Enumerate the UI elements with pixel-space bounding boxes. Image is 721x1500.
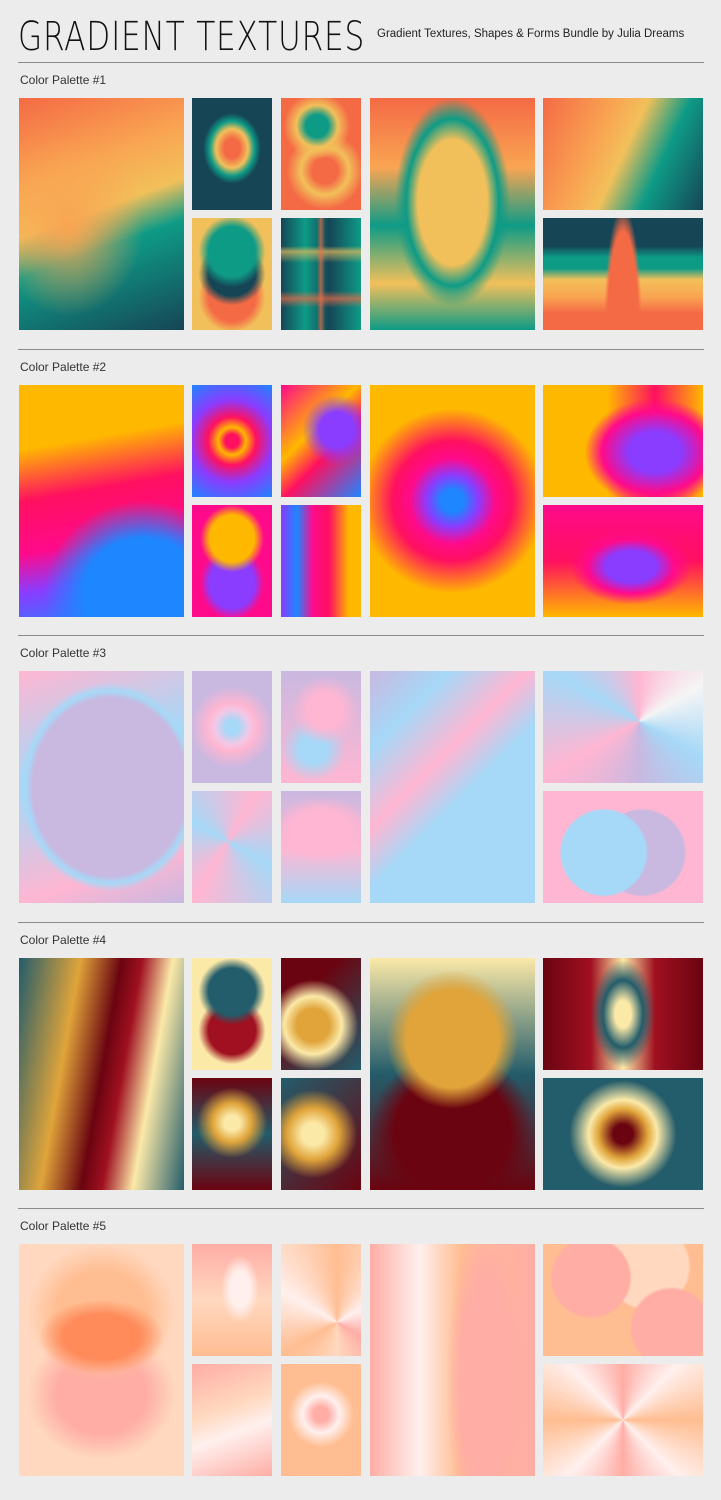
texture-tile-tall-left [19, 958, 184, 1190]
texture-tile-tall-center [370, 385, 535, 617]
texture-tile-tall-center [370, 1244, 535, 1476]
texture-tile-tall-left [19, 671, 184, 903]
texture-tile-small-b-top [281, 385, 361, 497]
texture-tile-wide-top [543, 385, 703, 497]
texture-tile-tall-left [19, 385, 184, 617]
texture-tile-wide-bottom [543, 791, 703, 903]
texture-tile-small-a-top [192, 958, 272, 1070]
section-divider [18, 349, 704, 350]
texture-tile-small-a-bottom [192, 791, 272, 903]
texture-tile-small-a-bottom [192, 218, 272, 330]
texture-tile-small-b-top [281, 98, 361, 210]
texture-tile-small-a-bottom [192, 505, 272, 617]
texture-tile-small-b-bottom [281, 1078, 361, 1190]
texture-tile-wide-bottom [543, 1078, 703, 1190]
texture-tile-wide-top [543, 958, 703, 1070]
texture-tile-tall-center [370, 671, 535, 903]
texture-tile-small-b-bottom [281, 791, 361, 903]
texture-tile-small-a-top [192, 385, 272, 497]
texture-tile-small-a-bottom [192, 1364, 272, 1476]
texture-tile-wide-top [543, 1244, 703, 1356]
texture-tile-tall-left [19, 1244, 184, 1476]
section-label: Color Palette #3 [20, 646, 107, 660]
section-divider [18, 1208, 704, 1209]
texture-tile-wide-bottom [543, 1364, 703, 1476]
texture-tile-small-a-top [192, 1244, 272, 1356]
page-title: GRADIENT TEXTURES [18, 14, 366, 60]
texture-tile-small-a-top [192, 671, 272, 783]
texture-tile-small-b-top [281, 958, 361, 1070]
texture-tile-small-b-bottom [281, 1364, 361, 1476]
section-divider [18, 635, 704, 636]
texture-tile-wide-top [543, 671, 703, 783]
texture-tile-small-b-top [281, 671, 361, 783]
texture-tile-tall-left [19, 98, 184, 330]
texture-tile-wide-top [543, 98, 703, 210]
texture-tile-tall-center [370, 958, 535, 1190]
section-label: Color Palette #2 [20, 360, 107, 374]
section-label: Color Palette #4 [20, 933, 107, 947]
texture-tile-small-a-bottom [192, 1078, 272, 1190]
header-divider [18, 62, 704, 63]
texture-tile-small-b-top [281, 1244, 361, 1356]
section-label: Color Palette #5 [20, 1219, 107, 1233]
texture-tile-small-b-bottom [281, 218, 361, 330]
section-divider [18, 922, 704, 923]
page-subtitle: Gradient Textures, Shapes & Forms Bundle… [377, 28, 685, 40]
texture-tile-tall-center [370, 98, 535, 330]
texture-tile-wide-bottom [543, 505, 703, 617]
texture-tile-wide-bottom [543, 218, 703, 330]
texture-tile-small-b-bottom [281, 505, 361, 617]
section-label: Color Palette #1 [20, 73, 107, 87]
texture-tile-small-a-top [192, 98, 272, 210]
